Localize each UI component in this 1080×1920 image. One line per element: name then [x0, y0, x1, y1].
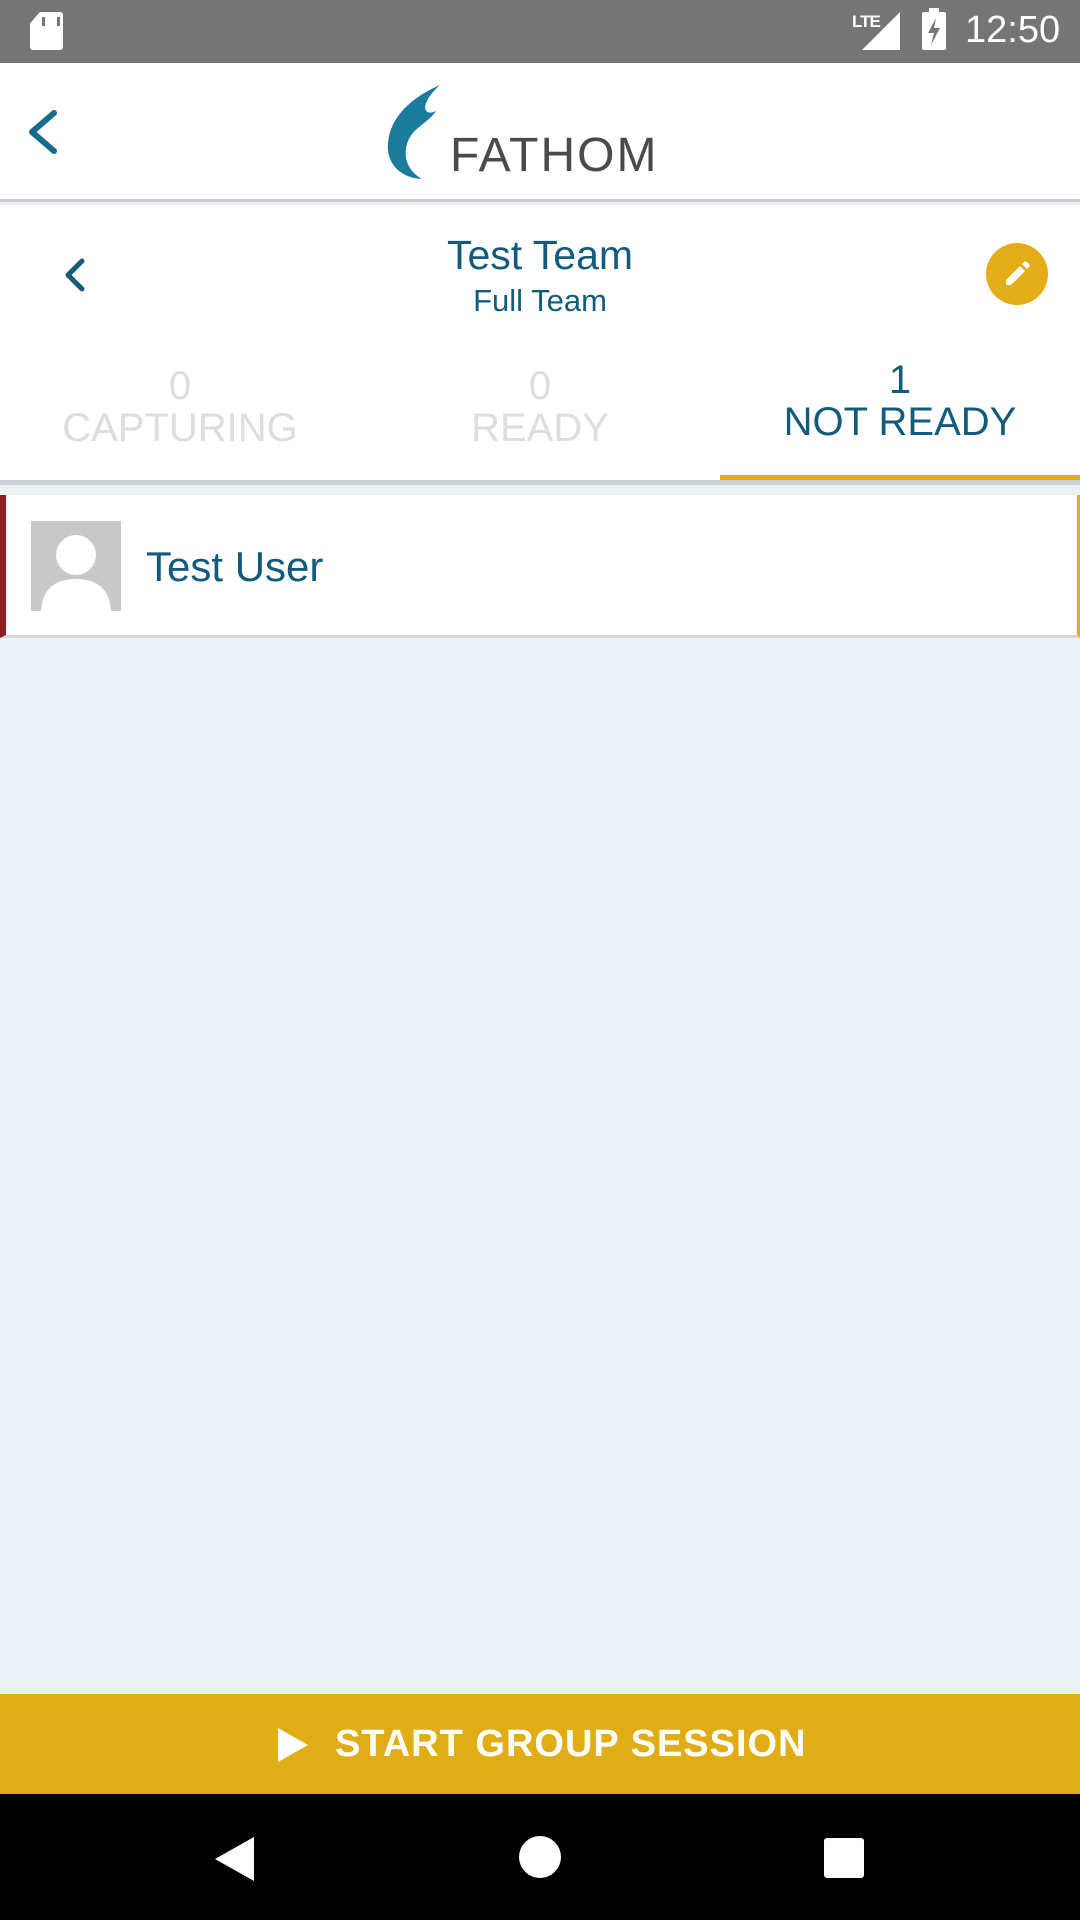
member-name: Test User: [146, 543, 324, 590]
clock: 12:50: [965, 9, 1061, 51]
status-bar: LTE 12:50: [0, 0, 1080, 63]
nav-back-icon[interactable]: [215, 1837, 254, 1881]
tab-count: 1: [888, 358, 912, 402]
system-nav-bar: [0, 1794, 1080, 1920]
list-item[interactable]: Test User: [0, 495, 1080, 638]
fathom-mark-icon: [387, 85, 440, 179]
tab-label: CAPTURING: [62, 406, 298, 450]
tab-ready[interactable]: 0 READY: [360, 350, 720, 480]
tab-not-ready[interactable]: 1 NOT READY: [720, 350, 1080, 480]
pencil-icon: [1006, 261, 1030, 285]
sd-card-icon: [30, 12, 63, 50]
back-icon[interactable]: [20, 107, 70, 157]
tab-label: NOT READY: [783, 400, 1017, 444]
edit-team-button[interactable]: [986, 243, 1048, 305]
team-subtitle: Full Team: [473, 283, 607, 318]
team-title: Test Team: [446, 232, 634, 278]
tab-label: READY: [471, 406, 609, 450]
tab-capturing[interactable]: 0 CAPTURING: [0, 350, 360, 480]
start-group-session-label: START GROUP SESSION: [335, 1723, 807, 1765]
tabs-divider: [0, 480, 1080, 485]
play-icon: [278, 1728, 308, 1762]
fathom-logo: FATHOM: [380, 83, 680, 183]
nav-recents-icon[interactable]: [824, 1838, 864, 1878]
brand-name: FATHOM: [450, 129, 659, 182]
start-group-session-button[interactable]: START GROUP SESSION: [0, 1694, 1080, 1794]
status-tabs: 0 CAPTURING 0 READY 1 NOT READY: [0, 350, 1080, 480]
avatar: [31, 521, 121, 611]
battery-charging-icon: [922, 8, 946, 50]
signal-icon: [862, 12, 900, 50]
tab-count: 0: [528, 364, 552, 408]
nav-home-icon[interactable]: [519, 1836, 561, 1878]
app-bar: FATHOM: [0, 63, 1080, 202]
person-placeholder-icon: [41, 535, 111, 611]
tab-count: 0: [168, 364, 192, 408]
team-header: Test Team Full Team 0 CAPTURING 0 READY …: [0, 205, 1080, 485]
